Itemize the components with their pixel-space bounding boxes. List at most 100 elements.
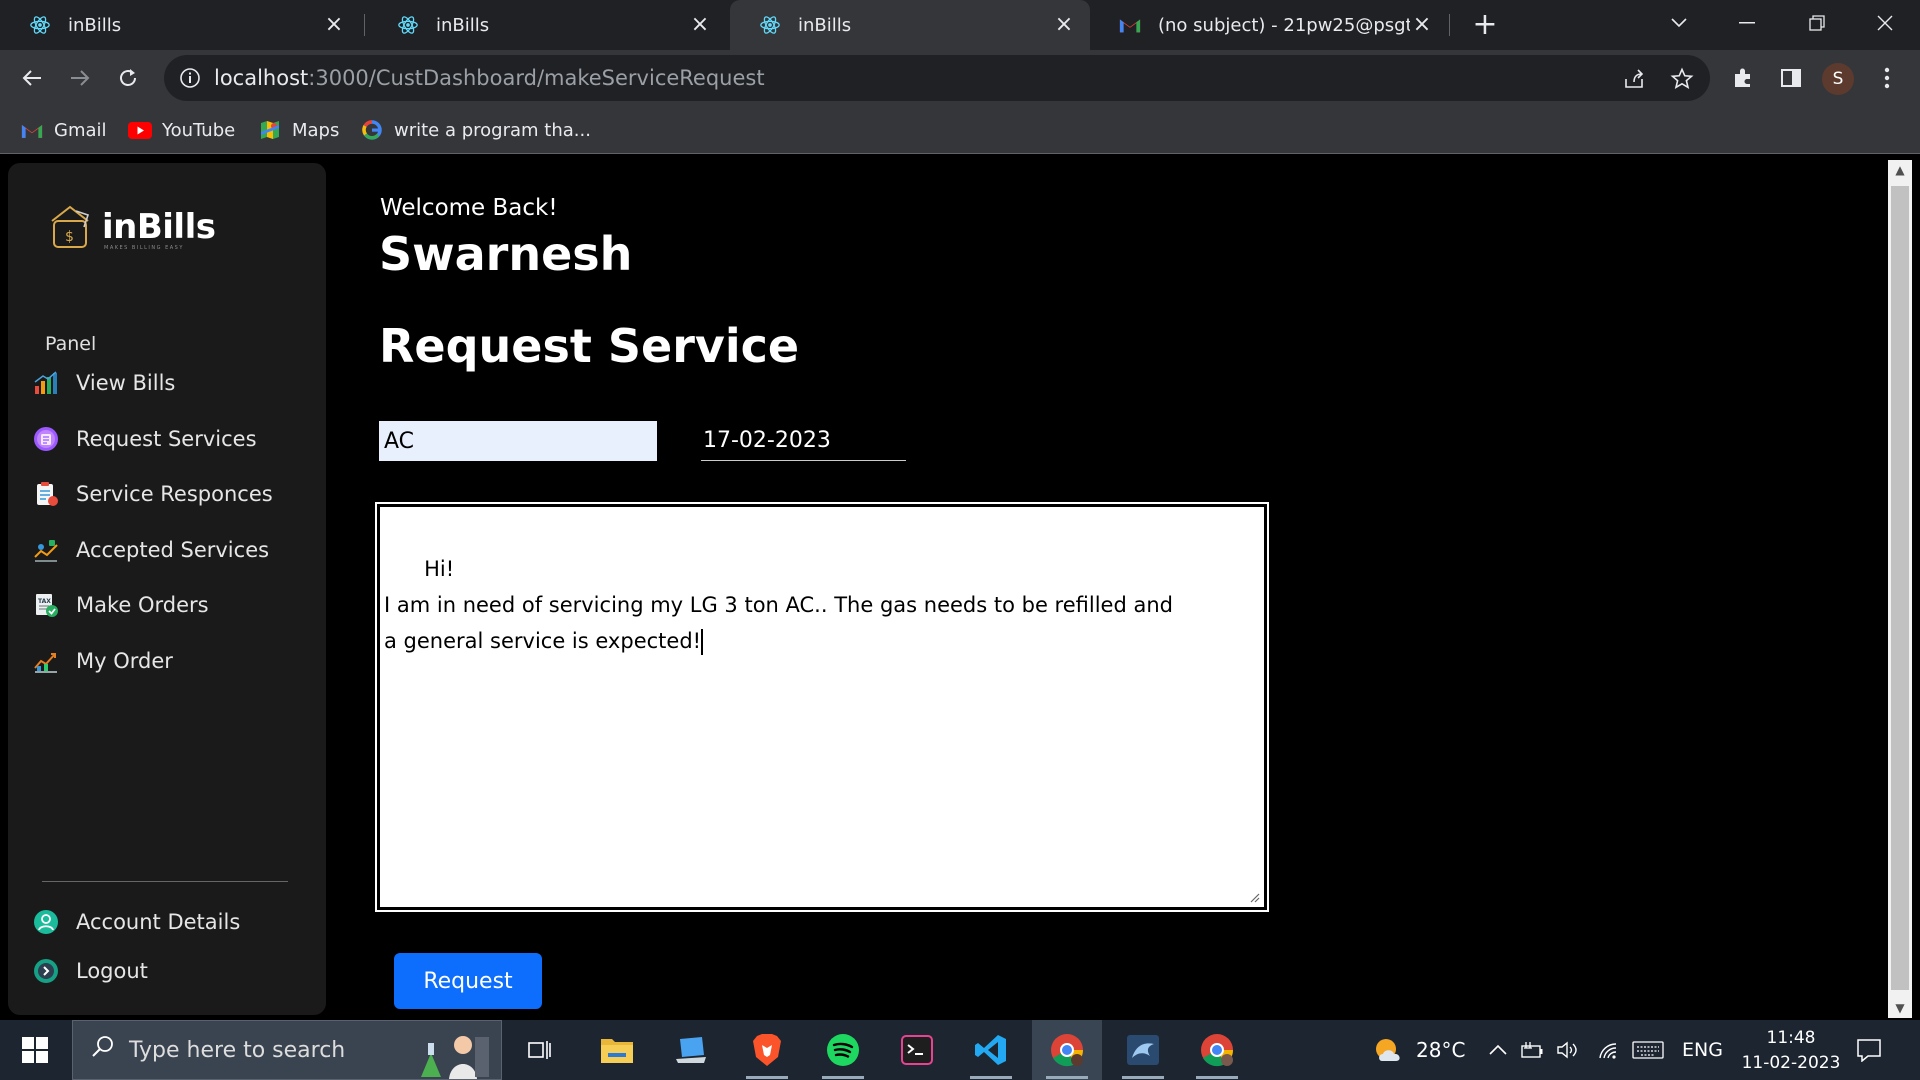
logout-icon: [32, 957, 60, 985]
taskbar-search-box[interactable]: Type here to search: [72, 1020, 502, 1080]
sidebar-item-account-details[interactable]: Account Details: [32, 904, 240, 940]
address-bar[interactable]: localhost:3000/CustDashboard/makeService…: [164, 55, 1710, 101]
volume-control[interactable]: [1556, 1020, 1580, 1080]
scroll-up-icon[interactable]: ▲: [1888, 160, 1912, 180]
bookmark-label: YouTube: [162, 119, 236, 141]
close-tab-icon[interactable]: ×: [1052, 13, 1076, 37]
tab-title: inBills: [68, 14, 122, 36]
bookmark-google-search[interactable]: write a program tha...: [360, 116, 591, 144]
brave-lion-icon: [753, 1034, 781, 1066]
sidebar-item-request-services[interactable]: Request Services: [32, 421, 257, 457]
page-scrollbar[interactable]: ▲ ▼: [1888, 160, 1912, 1018]
service-description-textarea[interactable]: Hi! I am in need of servicing my LG 3 to…: [375, 502, 1269, 912]
sidebar-item-label: View Bills: [76, 371, 176, 395]
windows-taskbar: Type here to search 28°C ENG 11:48 11-02…: [0, 1020, 1920, 1080]
restore-button[interactable]: [1782, 0, 1852, 46]
bookmark-star-icon[interactable]: [1668, 65, 1696, 93]
show-hidden-icons-button[interactable]: [1488, 1020, 1508, 1080]
svg-text:TAX: TAX: [38, 598, 51, 605]
user-name: Swarnesh: [379, 227, 633, 281]
url-host: localhost: [214, 66, 309, 90]
svg-text:$: $: [65, 229, 74, 245]
scroll-down-icon[interactable]: ▼: [1888, 998, 1912, 1018]
new-tab-button[interactable]: +: [1468, 8, 1502, 42]
bookmarks-bar: Gmail YouTube Maps write a program tha..…: [0, 106, 1920, 154]
bookmark-label: write a program tha...: [394, 119, 591, 141]
sidebar-item-view-bills[interactable]: View Bills: [32, 365, 175, 401]
sidebar-item-logout[interactable]: Logout: [32, 953, 148, 989]
network-status[interactable]: [1596, 1020, 1620, 1080]
scrollbar-thumb[interactable]: [1891, 186, 1909, 990]
brand-logo[interactable]: $ inBills MAKES BILLING EASY: [44, 201, 216, 257]
close-tab-icon[interactable]: ×: [1410, 13, 1434, 37]
browser-tabstrip: inBills × inBills × inBills × (no subjec…: [0, 0, 1920, 50]
welcome-text: Welcome Back!: [380, 195, 558, 221]
site-info-icon[interactable]: [178, 66, 202, 90]
menu-kebab-icon[interactable]: [1872, 63, 1902, 93]
notification-icon: [1857, 1039, 1881, 1062]
close-tab-icon[interactable]: ×: [322, 13, 346, 37]
keyboard-icon: [1632, 1041, 1664, 1059]
browser-tab[interactable]: inBills ×: [0, 0, 360, 50]
taskbar-chrome-profile[interactable]: [1182, 1020, 1252, 1080]
battery-status[interactable]: [1520, 1020, 1544, 1080]
back-button[interactable]: [14, 60, 50, 96]
maps-icon: [258, 118, 282, 142]
sidebar-item-my-order[interactable]: My Order: [32, 643, 173, 679]
tab-divider: [1449, 14, 1450, 36]
bookmark-gmail[interactable]: Gmail: [20, 116, 107, 144]
share-icon[interactable]: [1620, 65, 1648, 93]
side-panel-icon[interactable]: [1776, 63, 1806, 93]
gmail-icon: [1118, 13, 1142, 37]
weather-temperature: 28°C: [1416, 1038, 1466, 1062]
weather-widget[interactable]: 28°C: [1372, 1020, 1465, 1080]
taskbar-file-explorer[interactable]: [582, 1020, 652, 1080]
sidebar-item-service-responces[interactable]: Service Responces: [32, 476, 273, 512]
touch-keyboard-button[interactable]: [1632, 1020, 1664, 1080]
browser-tab[interactable]: inBills ×: [368, 0, 726, 50]
minimize-button[interactable]: [1712, 0, 1782, 46]
sidebar-item-label: Make Orders: [76, 593, 209, 617]
service-date-input[interactable]: [701, 421, 906, 461]
battery-charging-icon: [1521, 1042, 1543, 1058]
reload-button[interactable]: [110, 60, 146, 96]
task-view-button[interactable]: [504, 1020, 574, 1080]
taskbar-spotify[interactable]: [808, 1020, 878, 1080]
taskbar-terminal[interactable]: [882, 1020, 952, 1080]
bookmark-youtube[interactable]: YouTube: [128, 116, 235, 144]
close-window-button[interactable]: [1850, 0, 1920, 46]
extensions-icon[interactable]: [1728, 63, 1758, 93]
taskbar-vscode[interactable]: [956, 1020, 1026, 1080]
sidebar-item-accepted-services[interactable]: Accepted Services: [32, 532, 269, 568]
tab-title: (no subject) - 21pw25@psgtech.ac.in: [1158, 14, 1410, 36]
gmail-icon: [20, 118, 44, 142]
sidebar-divider: [42, 881, 288, 882]
sidebar-item-label: My Order: [76, 649, 173, 673]
taskbar-brave[interactable]: [732, 1020, 802, 1080]
browser-tab[interactable]: (no subject) - 21pw25@psgtech.ac.in ×: [1090, 0, 1448, 50]
sidebar-item-make-orders[interactable]: TAX Make Orders: [32, 587, 209, 623]
folder-icon: [601, 1039, 633, 1063]
tab-search-chevron-icon[interactable]: [1644, 0, 1714, 46]
database-dolphin-icon: [1127, 1035, 1159, 1065]
resize-grip-icon[interactable]: [1248, 891, 1260, 903]
service-request-icon: [32, 425, 60, 453]
browser-tab-active[interactable]: inBills ×: [730, 0, 1090, 50]
input-language[interactable]: ENG: [1682, 1020, 1723, 1080]
profile-avatar[interactable]: S: [1822, 63, 1854, 95]
request-button[interactable]: Request: [394, 953, 542, 1009]
start-button[interactable]: [12, 1034, 62, 1066]
taskbar-clock[interactable]: 11:48 11-02-2023: [1736, 1026, 1846, 1076]
forward-button[interactable]: [62, 60, 98, 96]
close-tab-icon[interactable]: ×: [688, 13, 712, 37]
taskbar-chrome[interactable]: [1032, 1020, 1102, 1080]
tab-divider: [364, 14, 365, 36]
google-icon: [360, 118, 384, 142]
taskbar-mysql-workbench[interactable]: [1108, 1020, 1178, 1080]
search-highlight-illustration-icon: [401, 1023, 497, 1080]
taskbar-laptop-app[interactable]: [656, 1020, 726, 1080]
notifications-button[interactable]: [1856, 1020, 1882, 1080]
sidebar-item-label: Request Services: [76, 427, 257, 451]
bookmark-maps[interactable]: Maps: [258, 116, 339, 144]
service-type-input[interactable]: [379, 421, 657, 461]
